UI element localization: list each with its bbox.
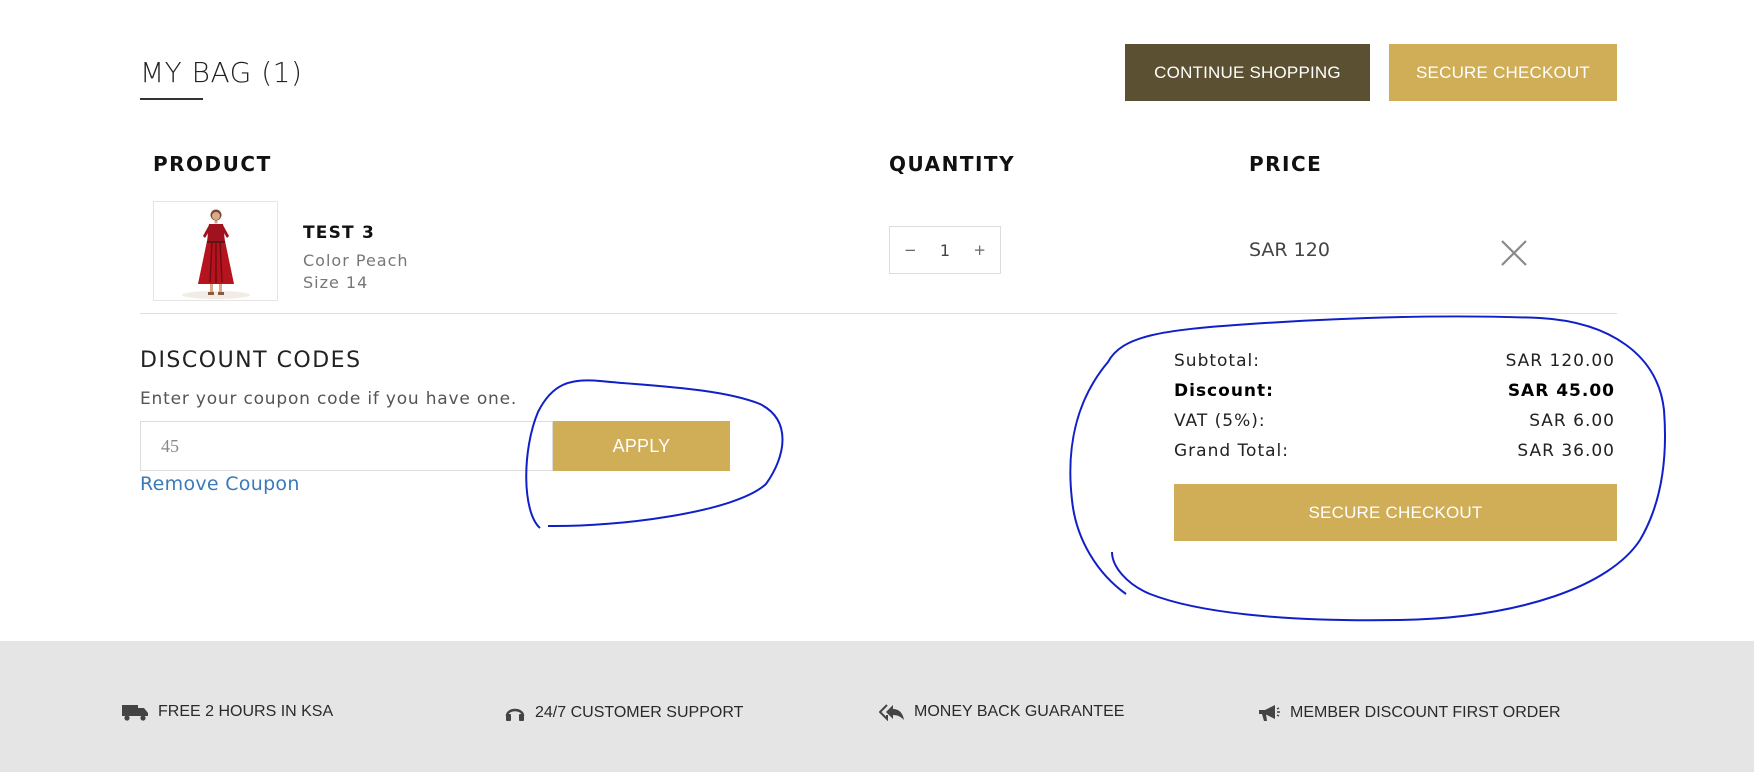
- reply-all-icon: [879, 704, 904, 721]
- feature-customer-support: 24/7 CUSTOMER SUPPORT: [504, 703, 743, 723]
- item-price: SAR 120: [1249, 239, 1330, 261]
- product-color: Color Peach: [303, 251, 409, 270]
- close-icon: [1501, 240, 1527, 266]
- column-header-quantity: QUANTITY: [889, 152, 1016, 176]
- quantity-stepper[interactable]: − 1 +: [889, 226, 1001, 274]
- quantity-value[interactable]: 1: [940, 241, 950, 260]
- coupon-code-input[interactable]: [140, 421, 553, 471]
- feature-free-delivery: FREE 2 HOURS IN KSA: [122, 703, 333, 721]
- feature-label: MEMBER DISCOUNT FIRST ORDER: [1290, 704, 1561, 721]
- summary-value: SAR 36.00: [1517, 441, 1615, 461]
- apply-coupon-button[interactable]: APPLY: [553, 421, 730, 471]
- product-name[interactable]: TEST 3: [303, 223, 375, 243]
- summary-value: SAR 45.00: [1507, 381, 1615, 401]
- headset-icon: [505, 708, 525, 721]
- discount-codes-heading: DISCOUNT CODES: [140, 348, 362, 373]
- product-size: Size 14: [303, 273, 369, 292]
- remove-item-button[interactable]: [1498, 237, 1530, 269]
- feature-label: MONEY BACK GUARANTEE: [914, 703, 1125, 720]
- remove-coupon-link[interactable]: Remove Coupon: [140, 473, 300, 495]
- summary-label: Grand Total:: [1174, 441, 1289, 461]
- truck-icon: [122, 705, 148, 721]
- column-header-product: PRODUCT: [153, 152, 272, 176]
- secure-checkout-button-bottom[interactable]: SECURE CHECKOUT: [1174, 484, 1617, 541]
- quantity-increment-button[interactable]: +: [973, 241, 986, 259]
- title-underline: [140, 98, 203, 100]
- megaphone-icon: [1259, 705, 1280, 721]
- summary-label: Subtotal:: [1174, 351, 1260, 371]
- discount-codes-hint: Enter your coupon code if you have one.: [140, 389, 518, 409]
- summary-value: SAR 6.00: [1529, 411, 1615, 431]
- row-divider: [140, 313, 1617, 314]
- feature-member-discount: MEMBER DISCOUNT FIRST ORDER: [1257, 703, 1561, 723]
- quantity-decrement-button[interactable]: −: [904, 241, 917, 259]
- dress-product-image: [154, 202, 277, 300]
- summary-value: SAR 120.00: [1505, 351, 1615, 371]
- secure-checkout-button-top[interactable]: SECURE CHECKOUT: [1389, 44, 1617, 101]
- feature-label: 24/7 CUSTOMER SUPPORT: [535, 704, 744, 721]
- summary-label: Discount:: [1174, 381, 1274, 401]
- column-header-price: PRICE: [1249, 152, 1323, 176]
- feature-label: FREE 2 HOURS IN KSA: [158, 703, 334, 720]
- continue-shopping-button[interactable]: CONTINUE SHOPPING: [1125, 44, 1370, 101]
- product-image[interactable]: [153, 201, 278, 301]
- feature-money-back: MONEY BACK GUARANTEE: [879, 703, 1124, 721]
- page-title: MY BAG (1): [140, 56, 303, 89]
- summary-label: VAT (5%):: [1174, 411, 1266, 431]
- footer-features-bar: FREE 2 HOURS IN KSA 24/7 CUSTOMER SUPPOR…: [0, 641, 1754, 772]
